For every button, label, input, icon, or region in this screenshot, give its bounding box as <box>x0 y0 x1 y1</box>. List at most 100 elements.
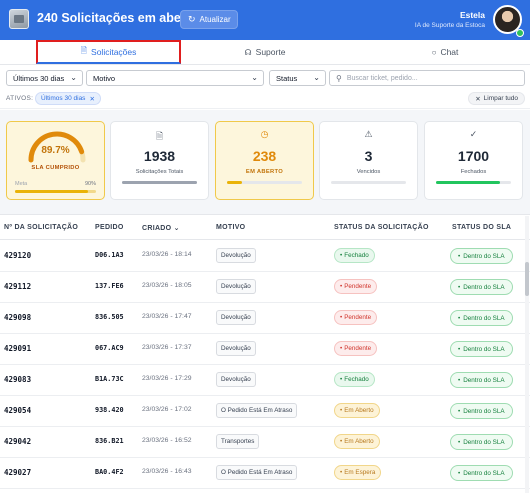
dot-icon: • <box>458 283 461 291</box>
col-created[interactable]: CRIADO ⌄ <box>142 224 180 232</box>
sla-text: Dentro do SLA <box>463 283 505 291</box>
refresh-button[interactable]: ↻ Atualizar <box>180 10 238 29</box>
sla-status-badge: • Dentro do SLA <box>450 279 513 295</box>
status-text: Pendente <box>344 314 372 321</box>
table-row[interactable]: 429120 D06.1A3 23/03/26 - 18:14 Devolução • F… <box>0 241 530 272</box>
chevron-down-icon: ⌄ <box>70 73 77 82</box>
scrollbar[interactable] <box>525 216 529 493</box>
goal-label: Meta <box>15 181 28 187</box>
request-number[interactable]: 429027 <box>4 468 31 477</box>
request-status-badge: • Fechado <box>334 372 375 387</box>
dot-icon: • <box>458 345 461 353</box>
created-date: 23/03/26 - 16:43 <box>142 468 192 475</box>
order-code[interactable]: 067.AC9 <box>95 344 124 352</box>
reason-tag: Devolução <box>216 310 256 325</box>
tab-suporte[interactable]: ☊ Suporte <box>200 40 330 64</box>
request-number[interactable]: 429054 <box>4 406 31 415</box>
sla-card[interactable]: 89.7% SLA CUMPRIDO Meta 90% <box>6 121 105 200</box>
created-date: 23/03/26 - 17:02 <box>142 406 192 413</box>
overdue-label: Vencidos <box>356 169 381 175</box>
reason-value: Motivo <box>93 73 116 83</box>
filter-bar: Últimos 30 dias ⌄ Motivo ⌄ Status ⌄ ⚲ Bu… <box>0 65 530 109</box>
tab-label: Chat <box>440 47 459 57</box>
order-code[interactable]: B1A.73C <box>95 375 124 383</box>
tab-label: Solicitações <box>91 47 137 57</box>
dot-icon: • <box>458 252 461 260</box>
order-code[interactable]: BA0.4F2 <box>95 468 124 476</box>
tab-bar: 🗎 Solicitações ☊ Suporte ○ Chat <box>0 40 530 65</box>
order-code[interactable]: 137.FE6 <box>95 282 124 290</box>
sla-text: Dentro do SLA <box>463 314 505 322</box>
table-row[interactable]: 429042 836.B21 23/03/26 - 16:52 Transportes… <box>0 427 530 458</box>
request-status-badge: • Pendente <box>334 341 378 356</box>
clear-all-button[interactable]: ✕ Limpar tudo <box>468 92 525 105</box>
sla-text: Dentro do SLA <box>463 407 505 415</box>
sla-label: SLA CUMPRIDO <box>31 165 80 171</box>
active-filter-chip[interactable]: Últimos 30 dias ✕ <box>35 92 101 105</box>
table-row[interactable]: 429112 137.FE6 23/03/26 - 18:05 Devolução • P… <box>0 272 530 303</box>
dot-icon: • <box>340 376 343 383</box>
col-request-number[interactable]: Nº DA SOLICITAÇÃO <box>4 224 78 231</box>
scrollbar-thumb[interactable] <box>525 262 529 296</box>
tab-solicitacoes[interactable]: 🗎 Solicitações <box>36 40 181 64</box>
request-number[interactable]: 429120 <box>4 251 31 260</box>
table-row[interactable]: 429083 B1A.73C 23/03/26 - 17:29 Devolução • F… <box>0 365 530 396</box>
request-status-badge: • Fechado <box>334 248 375 263</box>
tab-chat[interactable]: ○ Chat <box>380 40 510 64</box>
warning-icon: ⚠ <box>364 129 373 139</box>
dot-icon: • <box>340 438 343 445</box>
request-number[interactable]: 429083 <box>4 375 31 384</box>
sla-status-badge: • Dentro do SLA <box>450 372 513 388</box>
created-date: 23/03/26 - 16:52 <box>142 437 192 444</box>
open-card[interactable]: ◷ 238 EM ABERTO <box>215 121 314 200</box>
total-label: Solicitações Totais <box>135 169 184 175</box>
chat-bubble-icon: ○ <box>431 47 437 57</box>
user-role: IA de Suporte da Estoca <box>414 22 485 29</box>
order-code[interactable]: 938.420 <box>95 406 124 414</box>
sla-status-badge: • Dentro do SLA <box>450 341 513 357</box>
sla-text: Dentro do SLA <box>463 469 505 477</box>
col-request-status[interactable]: STATUS DA SOLICITAÇÃO <box>334 224 429 231</box>
col-sla-status[interactable]: STATUS DO SLA <box>452 224 511 231</box>
overdue-card[interactable]: ⚠ 3 Vencidos <box>319 121 418 200</box>
table-row[interactable]: 429054 938.420 23/03/26 - 17:02 O Pedido Es… <box>0 396 530 427</box>
search-input[interactable]: ⚲ Buscar ticket, pedido... <box>329 70 525 86</box>
request-number[interactable]: 429112 <box>4 282 31 291</box>
col-order[interactable]: PEDIDO <box>95 224 124 231</box>
reason-select[interactable]: Motivo ⌄ <box>86 70 264 86</box>
document-icon: 🗎 <box>80 46 88 55</box>
total-card[interactable]: 🗎 1938 Solicitações Totais <box>110 121 209 200</box>
sla-status-badge: • Dentro do SLA <box>450 248 513 264</box>
request-number[interactable]: 429091 <box>4 344 31 353</box>
request-number[interactable]: 429042 <box>4 437 31 446</box>
status-text: Em Espera <box>344 469 376 476</box>
total-progress-bar <box>122 181 197 184</box>
order-code[interactable]: D06.1A3 <box>95 251 124 259</box>
total-value: 1938 <box>143 148 176 164</box>
order-code[interactable]: 836.505 <box>95 313 124 321</box>
status-value: Status <box>276 73 298 83</box>
status-text: Fechado <box>344 376 369 383</box>
period-select[interactable]: Últimos 30 dias ⌄ <box>6 70 83 86</box>
active-filters-label: ATIVOS: <box>6 95 34 102</box>
table-row[interactable]: 429027 BA0.4F2 23/03/26 - 16:43 O Pedido Es… <box>0 458 530 489</box>
open-progress-bar <box>227 181 302 184</box>
closed-card[interactable]: ✓ 1700 Fechados <box>424 121 523 200</box>
created-date: 23/03/26 - 17:47 <box>142 313 192 320</box>
sla-status-badge: • Dentro do SLA <box>450 434 513 450</box>
table-row[interactable]: 429098 836.505 23/03/26 - 17:47 Devolução • P… <box>0 303 530 334</box>
order-code[interactable]: 836.B21 <box>95 437 124 445</box>
col-reason[interactable]: MOTIVO <box>216 224 245 231</box>
reason-tag: Devolução <box>216 372 256 387</box>
dot-icon: • <box>340 283 343 290</box>
overdue-progress-bar <box>331 181 406 184</box>
table-row[interactable]: 429091 067.AC9 23/03/26 - 17:37 Devolução • P… <box>0 334 530 365</box>
chevron-down-icon: ⌄ <box>251 73 258 82</box>
created-date: 23/03/26 - 18:05 <box>142 282 192 289</box>
request-number[interactable]: 429098 <box>4 313 31 322</box>
refresh-label: Atualizar <box>199 15 231 24</box>
status-select[interactable]: Status ⌄ <box>269 70 326 86</box>
created-date: 23/03/26 - 17:29 <box>142 375 192 382</box>
dot-icon: • <box>340 345 343 352</box>
close-icon[interactable]: ✕ <box>89 95 94 103</box>
